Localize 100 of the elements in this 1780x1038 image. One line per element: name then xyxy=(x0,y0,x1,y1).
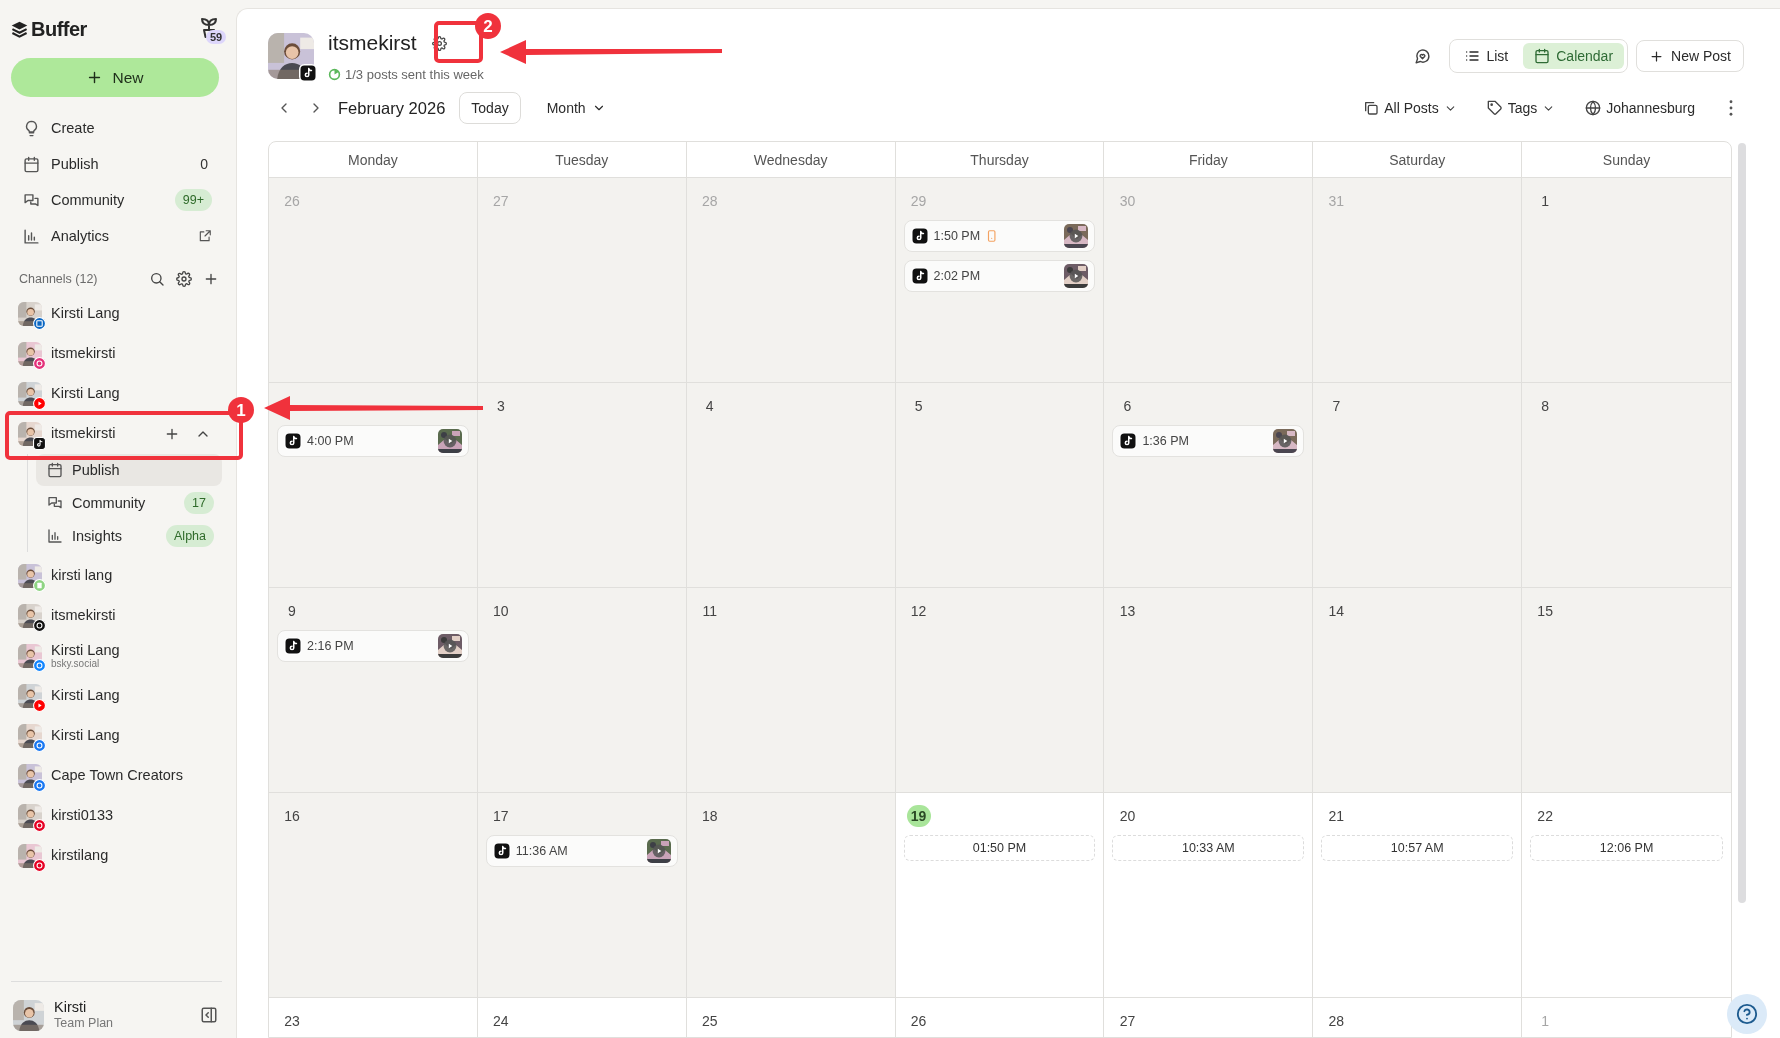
network-icon xyxy=(33,619,46,632)
channel-item[interactable]: Cape Town Creators xyxy=(11,756,222,796)
today-button[interactable]: Today xyxy=(459,92,521,124)
day-cell[interactable]: 14 xyxy=(1313,588,1523,793)
more-button[interactable] xyxy=(1729,100,1733,116)
day-number: 27 xyxy=(493,193,509,209)
channel-item[interactable]: itsmekirsti xyxy=(11,334,222,374)
network-icon xyxy=(33,699,46,712)
channel-item[interactable]: kirstilang xyxy=(11,836,222,876)
channel-item[interactable]: Kirsti Lang xyxy=(11,716,222,756)
network-icon xyxy=(33,579,46,592)
day-number: 9 xyxy=(288,603,296,619)
day-cell[interactable]: 11 xyxy=(686,588,896,793)
post-card[interactable]: 1:36 PM xyxy=(1112,425,1305,457)
day-number: 28 xyxy=(701,193,718,209)
day-cell[interactable]: 21 10:57 AM xyxy=(1313,793,1523,998)
time-slot[interactable]: 10:33 AM xyxy=(1112,835,1305,861)
copy-icon xyxy=(1363,100,1380,116)
channel-item[interactable]: Kirsti Lang bsky.social xyxy=(11,636,222,676)
day-number: 4 xyxy=(705,398,714,414)
network-icon xyxy=(284,432,302,450)
day-cell[interactable]: 9 2:16 PM xyxy=(269,588,478,793)
sidebar-icon xyxy=(200,1006,218,1025)
day-number: 30 xyxy=(1119,193,1136,209)
day-number: 1 xyxy=(1541,193,1550,209)
day-cell[interactable]: 16 xyxy=(269,793,478,998)
nav-item[interactable]: Create xyxy=(11,110,222,146)
channel-title: itsmekirst xyxy=(328,31,417,55)
day-number: 28 xyxy=(1328,1013,1345,1029)
new-button[interactable]: New xyxy=(11,58,219,97)
settings-button[interactable] xyxy=(173,268,195,290)
day-cell[interactable]: 15 xyxy=(1522,588,1731,793)
plant-button[interactable]: 59 xyxy=(194,12,224,46)
channel-item[interactable]: itsmekirsti xyxy=(11,414,222,454)
analytics-icon xyxy=(47,528,63,544)
day-number: 15 xyxy=(1537,603,1553,619)
day-number: 16 xyxy=(284,808,300,824)
play-icon xyxy=(1278,434,1293,448)
day-cell[interactable]: 8 xyxy=(1522,383,1731,588)
calendar-icon xyxy=(1534,48,1551,64)
settings-icon xyxy=(432,35,448,51)
day-number: 1 xyxy=(1541,1013,1550,1029)
scrollbar[interactable] xyxy=(1738,143,1746,903)
publish-icon xyxy=(23,155,40,173)
day-number: 26 xyxy=(284,193,300,209)
range-dropdown[interactable]: Month xyxy=(546,100,606,116)
time-slot[interactable]: 01:50 PM xyxy=(903,835,1096,861)
network-icon xyxy=(33,397,46,410)
nav-item[interactable]: Community 99+ xyxy=(11,182,222,218)
day-cell[interactable]: 7 xyxy=(1313,383,1523,588)
post-card[interactable]: 2:02 PM xyxy=(903,260,1096,292)
nav-item[interactable]: Analytics xyxy=(11,218,222,254)
day-number: 20 xyxy=(1119,808,1136,824)
day-cell[interactable]: 13 xyxy=(1104,588,1314,793)
section-title: Channels (12) xyxy=(19,272,99,286)
post-card[interactable]: 2:16 PM xyxy=(277,630,469,662)
day-cell[interactable]: 17 11:36 AM xyxy=(477,793,687,998)
nav-item[interactable]: Community 17 xyxy=(36,487,222,519)
nav-item[interactable]: Insights Alpha xyxy=(36,520,222,552)
count-badge: 17 xyxy=(184,492,214,514)
view-tab[interactable]: Calendar xyxy=(1523,43,1625,69)
new-post-button[interactable]: New Post xyxy=(1636,40,1744,72)
number-badge: 1 xyxy=(228,397,254,423)
day-cell[interactable]: 5 xyxy=(895,383,1105,588)
chat-button[interactable] xyxy=(1414,47,1432,65)
day-cell[interactable]: 4:00 PM xyxy=(269,383,478,588)
day-cell[interactable]: 1 xyxy=(1522,178,1731,383)
filter-dropdown[interactable]: Tags xyxy=(1486,100,1556,116)
day-cell[interactable]: 18 xyxy=(686,793,896,998)
app-logo[interactable]: Buffer xyxy=(11,17,87,41)
channel-item[interactable]: Kirsti Lang xyxy=(11,294,222,334)
network-icon xyxy=(910,227,929,245)
plus-icon xyxy=(164,426,180,442)
channel-item[interactable]: Kirsti Lang xyxy=(11,676,222,716)
publish-icon xyxy=(47,462,63,478)
channel-item[interactable]: Kirsti Lang xyxy=(11,374,222,414)
help-button[interactable] xyxy=(1727,994,1767,1034)
channel-item[interactable]: kirsti0133 xyxy=(11,796,222,836)
day-cell[interactable]: 29 1:50 PM 2:02 PM xyxy=(895,178,1105,383)
post-card[interactable]: 1:50 PM xyxy=(903,220,1096,252)
filter-dropdown[interactable]: All Posts xyxy=(1363,100,1457,116)
time-slot[interactable]: 10:57 AM xyxy=(1321,835,1514,861)
day-cell[interactable]: 6 1:36 PM xyxy=(1104,383,1314,588)
post-card[interactable]: 11:36 AM xyxy=(485,835,678,867)
day-cell[interactable]: 3 xyxy=(477,383,687,588)
analytics-icon xyxy=(23,227,40,245)
day-number: 27 xyxy=(1119,1013,1136,1029)
view-tab[interactable]: List xyxy=(1453,43,1520,69)
day-cell[interactable]: 20 10:33 AM xyxy=(1104,793,1314,998)
post-card[interactable]: 4:00 PM xyxy=(277,425,469,457)
plus-icon xyxy=(1649,48,1665,64)
time-slot[interactable]: 12:06 PM xyxy=(1530,835,1723,861)
channel-item[interactable]: itsmekirsti xyxy=(11,596,222,636)
day-cell[interactable]: 12 xyxy=(895,588,1105,793)
channel-item[interactable]: kirsti lang xyxy=(11,556,222,596)
day-cell[interactable]: 19 01:50 PM xyxy=(895,793,1105,998)
filter-dropdown[interactable]: Johannesburg xyxy=(1585,100,1695,116)
day-cell[interactable]: 10 xyxy=(477,588,687,793)
nav-item[interactable]: Publish 0 xyxy=(11,146,222,182)
day-cell[interactable]: 4 xyxy=(686,383,896,588)
